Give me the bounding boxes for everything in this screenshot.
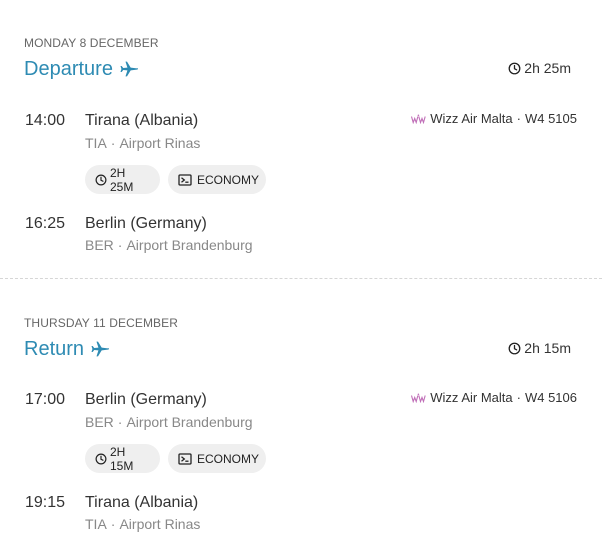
seat-icon <box>178 173 192 186</box>
airline-info: Wizz Air Malta · W4 5105 <box>411 111 577 126</box>
departure-airport: TIA · Airport Rinas <box>85 135 200 151</box>
duration-chip-label: 2H 15M <box>110 444 134 473</box>
airport-code: BER <box>85 414 114 430</box>
leg-title: Departure <box>24 57 113 80</box>
airline-info: Wizz Air Malta · W4 5106 <box>411 390 577 405</box>
total-duration-value: 2h 25m <box>524 60 571 76</box>
clock-icon <box>508 342 521 355</box>
leg-date: MONDAY 8 DECEMBER <box>24 36 159 50</box>
separator: · <box>117 237 123 253</box>
leg-date: THURSDAY 11 DECEMBER <box>24 316 179 330</box>
separator: · <box>117 414 123 430</box>
arrival-city: Tirana (Albania) <box>85 494 199 511</box>
seat-icon <box>178 452 192 465</box>
flight-number: W4 5106 <box>524 390 577 405</box>
wizz-air-logo <box>411 393 426 403</box>
airline-name: Wizz Air Malta <box>430 111 513 126</box>
total-duration: 2h 25m <box>508 60 571 76</box>
departure-leg: MONDAY 8 DECEMBER Departure 2h 25m 14:00… <box>0 0 602 278</box>
leg-title-row: Return <box>24 336 110 362</box>
airport-name: Airport Rinas <box>119 516 201 532</box>
duration-chip-label: 2H 25M <box>110 165 134 194</box>
duration-chip: 2H 25M <box>85 165 160 194</box>
cabin-chip: ECONOMY <box>168 165 266 194</box>
departure-time: 14:00 <box>25 112 66 129</box>
airport-name: Airport Rinas <box>119 135 201 151</box>
total-duration: 2h 15m <box>508 340 571 356</box>
clock-icon <box>508 62 521 75</box>
airport-code: TIA <box>85 516 107 532</box>
airport-name: Airport Brandenburg <box>126 414 253 430</box>
departure-airport: BER · Airport Brandenburg <box>85 414 253 430</box>
arrival-city: Berlin (Germany) <box>85 215 207 232</box>
separator: · <box>516 111 521 126</box>
leg-title-row: Departure <box>24 56 139 82</box>
departure-time: 17:00 <box>25 391 66 408</box>
section-divider <box>0 278 602 279</box>
separator: · <box>110 516 116 532</box>
airport-code: BER <box>85 237 114 253</box>
leg-title: Return <box>24 337 85 360</box>
total-duration-value: 2h 15m <box>524 340 571 356</box>
arrival-time: 16:25 <box>25 215 66 232</box>
arrival-time: 19:15 <box>25 494 66 511</box>
arrival-airport: BER · Airport Brandenburg <box>85 237 253 253</box>
cabin-chip-label: ECONOMY <box>197 172 260 187</box>
flight-number: W4 5105 <box>524 111 577 126</box>
duration-chip: 2H 15M <box>85 444 160 473</box>
return-leg: THURSDAY 11 DECEMBER Return 2h 15m 17:00… <box>0 280 602 560</box>
departure-city: Tirana (Albania) <box>85 112 199 129</box>
airport-code: TIA <box>85 135 107 151</box>
arrival-airport: TIA · Airport Rinas <box>85 516 200 532</box>
departure-city: Berlin (Germany) <box>85 391 207 408</box>
airplane-icon <box>119 59 139 79</box>
airplane-icon <box>90 339 110 359</box>
clock-icon <box>95 174 107 186</box>
separator: · <box>110 135 116 151</box>
cabin-chip: ECONOMY <box>168 444 266 473</box>
wizz-air-logo <box>411 114 426 124</box>
separator: · <box>516 390 521 405</box>
clock-icon <box>95 453 107 465</box>
airline-name: Wizz Air Malta <box>430 390 513 405</box>
airport-name: Airport Brandenburg <box>126 237 253 253</box>
cabin-chip-label: ECONOMY <box>197 451 260 466</box>
